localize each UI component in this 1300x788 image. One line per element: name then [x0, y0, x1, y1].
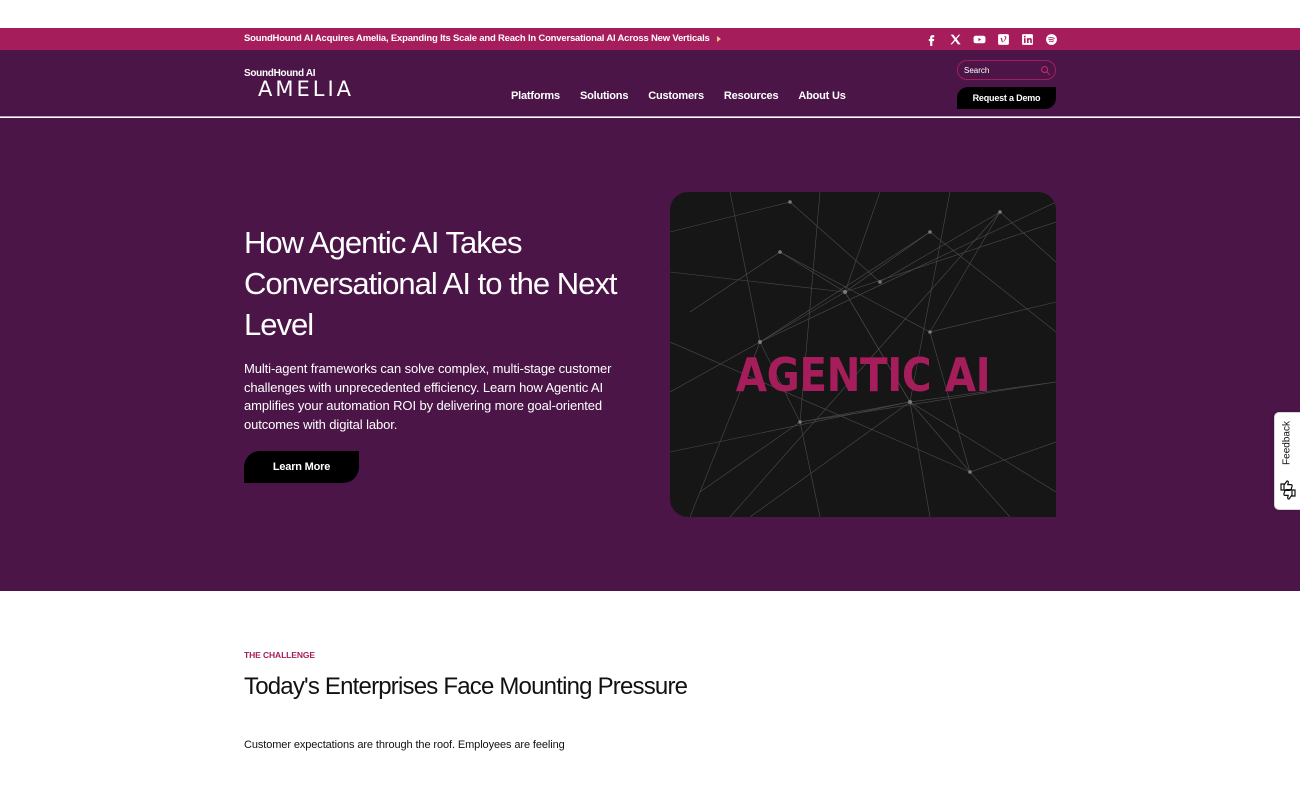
- logo-brand-main: AMELIA: [258, 77, 355, 101]
- hero-image: AGENTIC AI: [670, 192, 1056, 517]
- youtube-icon[interactable]: [972, 32, 987, 46]
- nav-platforms[interactable]: Platforms: [511, 90, 560, 102]
- hero-title: How Agentic AI Takes Conversational AI t…: [244, 225, 618, 342]
- announcement-bar: SoundHound AI Acquires Amelia, Expanding…: [0, 28, 1300, 50]
- arrow-right-icon: [716, 35, 721, 42]
- nav-solutions[interactable]: Solutions: [580, 90, 629, 102]
- announcement-text: SoundHound AI Acquires Amelia, Expanding…: [244, 33, 710, 44]
- announcement-link[interactable]: SoundHound AI Acquires Amelia, Expanding…: [244, 33, 721, 44]
- site-header: SoundHound AI AMELIA Platforms Solutions…: [0, 50, 1300, 117]
- search-input[interactable]: [964, 65, 1034, 75]
- challenge-eyebrow: THE CHALLENGE: [244, 650, 315, 660]
- feedback-label: Feedback: [1281, 421, 1293, 465]
- request-demo-button[interactable]: Request a Demo: [957, 87, 1056, 109]
- feedback-tab[interactable]: Feedback: [1274, 412, 1300, 510]
- search-icon[interactable]: [1040, 65, 1051, 76]
- hero-section: How Agentic AI Takes Conversational AI t…: [0, 118, 1300, 591]
- x-icon[interactable]: [948, 32, 963, 46]
- linkedin-icon[interactable]: [1020, 32, 1035, 46]
- thumbs-feedback-icon: [1280, 480, 1296, 500]
- facebook-icon[interactable]: [924, 32, 939, 46]
- vimeo-icon[interactable]: [996, 32, 1011, 46]
- nav-customers[interactable]: Customers: [648, 90, 704, 102]
- challenge-body: Customer expectations are through the ro…: [244, 739, 565, 751]
- nav-about-us[interactable]: About Us: [798, 90, 845, 102]
- top-spacer: [0, 0, 1300, 28]
- spotify-icon[interactable]: [1044, 32, 1059, 46]
- hero-image-text: AGENTIC AI: [735, 348, 991, 402]
- search-box: [957, 60, 1056, 80]
- challenge-title: Today's Enterprises Face Mounting Pressu…: [244, 673, 688, 700]
- hero-description: Multi-agent frameworks can solve complex…: [244, 361, 612, 432]
- learn-more-button[interactable]: Learn More: [244, 451, 359, 483]
- nav-resources[interactable]: Resources: [724, 90, 779, 102]
- social-links: [924, 32, 1059, 46]
- main-nav: Platforms Solutions Customers Resources …: [511, 90, 846, 102]
- amelia-logo[interactable]: SoundHound AI AMELIA: [244, 68, 354, 101]
